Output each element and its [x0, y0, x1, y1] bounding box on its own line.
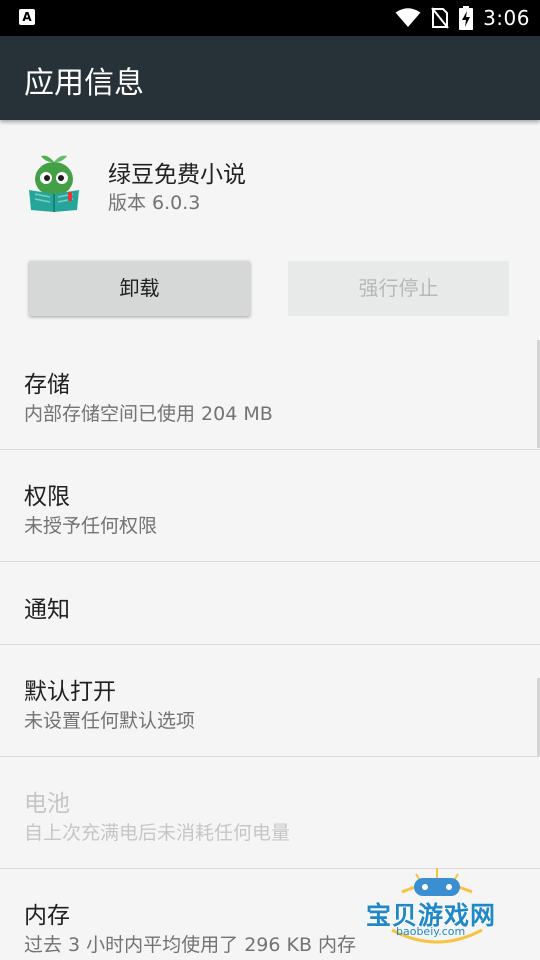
settings-item-title: 权限 [24, 484, 70, 510]
divider [0, 644, 540, 645]
green-bean-book-app-icon [29, 155, 79, 212]
divider [0, 449, 540, 450]
app-name: 绿豆免费小说 [108, 162, 246, 188]
settings-item-title: 通知 [24, 597, 70, 623]
divider [0, 561, 540, 562]
settings-item-summary: 内部存储空间已使用 204 MB [24, 403, 273, 425]
watermark: 宝贝游戏网 baobeiy.com [362, 868, 512, 960]
notification-app-icon: A [19, 9, 35, 25]
uninstall-button[interactable]: 卸载 [29, 261, 250, 316]
settings-item-title: 电池 [24, 791, 70, 817]
status-icons: 3:06 [395, 0, 530, 36]
force-stop-button[interactable]: 强行停止 [288, 261, 509, 316]
settings-item-summary: 未授予任何权限 [24, 515, 158, 537]
battery-charging-icon [459, 6, 474, 30]
settings-item-summary: 未设置任何默认选项 [24, 710, 196, 732]
watermark-url: baobeiy.com [396, 925, 466, 938]
divider [0, 756, 540, 757]
no-sim-icon [431, 7, 449, 29]
settings-item-title: 内存 [24, 903, 70, 929]
settings-item-title: 默认打开 [24, 679, 116, 705]
page-title: 应用信息 [24, 66, 144, 101]
settings-item-summary: 过去 3 小时内平均使用了 296 KB 内存 [24, 934, 357, 956]
app-bar: 应用信息 [0, 36, 540, 120]
settings-item-title: 存储 [24, 372, 70, 398]
wifi-icon [395, 8, 421, 27]
status-time: 3:06 [483, 6, 530, 30]
app-version: 版本 6.0.3 [108, 192, 201, 214]
settings-item-summary: 自上次充满电后未消耗任何电量 [24, 822, 291, 844]
status-bar: A 3:06 [0, 0, 540, 36]
